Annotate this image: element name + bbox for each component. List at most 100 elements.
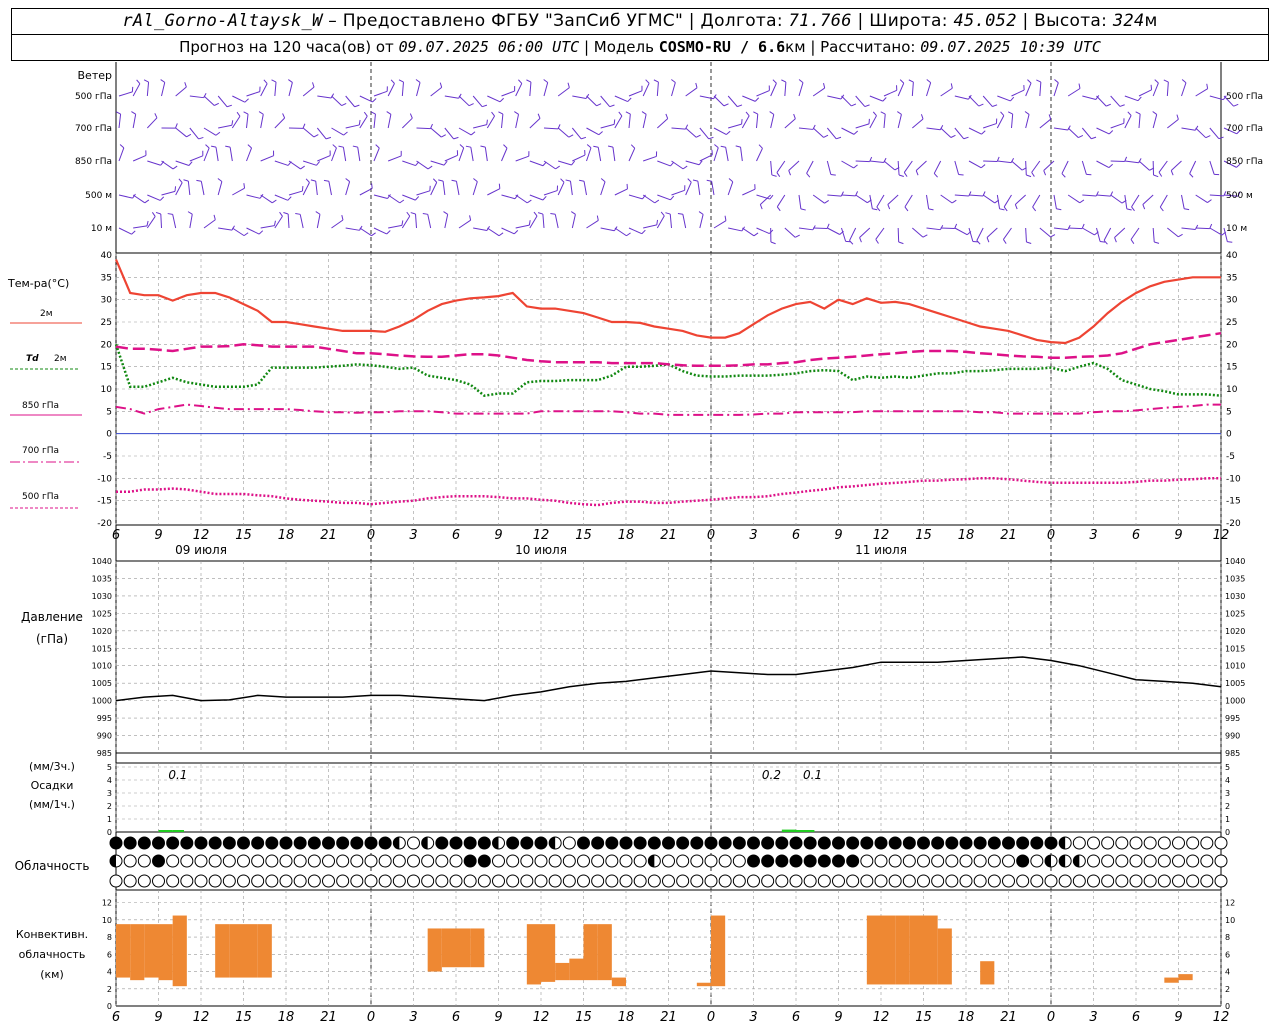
wind-barb-staff	[1096, 160, 1110, 169]
wind-barb-flag	[609, 104, 615, 108]
cloud-symbol	[520, 854, 534, 868]
wind-barb-flag	[728, 178, 734, 183]
wind-barb-flag	[720, 145, 726, 148]
cloud-fill	[690, 837, 703, 849]
cloud-symbol	[619, 854, 633, 868]
cloud-fill	[464, 837, 477, 849]
wind-barb-staff	[1011, 160, 1023, 171]
cloud-symbol	[1087, 836, 1100, 850]
cloud-symbol	[1101, 836, 1115, 850]
cloud-fill	[790, 837, 802, 849]
wind-barb-staff	[1096, 227, 1101, 242]
wind-barb-staff	[569, 181, 573, 196]
convective-bar	[158, 924, 173, 981]
pres-tick-right: 1030	[1225, 592, 1245, 601]
wind-barb-flag	[533, 211, 538, 217]
cloud-symbol	[690, 854, 704, 868]
cloud-symbol	[449, 854, 463, 868]
cloud-symbol	[208, 854, 222, 868]
cloud-fill	[846, 837, 859, 849]
conv-unit: (км)	[40, 968, 64, 981]
wind-barb-staff	[685, 87, 698, 97]
wind-barb-staff	[274, 117, 285, 129]
cloud-symbol	[761, 874, 775, 888]
wind-barb-flag	[1007, 111, 1013, 115]
precip-tick-left: 4	[107, 776, 112, 785]
wind-barb-flag	[160, 79, 166, 83]
cloud-fill	[960, 837, 972, 849]
wind-barb-staff	[189, 95, 204, 99]
precip-tick-right: 1	[1225, 815, 1230, 824]
cloud-symbol	[1101, 874, 1115, 888]
pres-tick-left: 1040	[92, 557, 112, 566]
cloud-symbol	[279, 874, 293, 888]
wind-barb-flag	[581, 136, 587, 140]
cloud-symbol	[1115, 836, 1129, 850]
wind-barb-staff	[1114, 227, 1126, 238]
wind-barb-flag	[302, 123, 306, 129]
wind-barb-staff	[200, 181, 205, 196]
wind-barb-flag	[386, 230, 391, 235]
wind-barb-flag	[198, 136, 204, 140]
wind-barb-flag	[1126, 208, 1132, 211]
wind-barb-staff	[827, 227, 840, 235]
legend-700-label: 700 гПа	[22, 446, 59, 456]
pres-tick-right: 1005	[1225, 679, 1245, 688]
cloud-symbol	[1002, 854, 1015, 868]
wind-barb-staff	[954, 127, 965, 140]
wind-barb-staff	[954, 160, 960, 175]
wind-barb-flag	[499, 97, 505, 103]
wind-barb-flag	[600, 178, 606, 183]
wind-barb-flag	[665, 113, 669, 119]
wind-barb-flag	[630, 144, 636, 149]
cloud-symbol	[322, 854, 335, 868]
wind-barb-flag	[570, 211, 576, 215]
hour-label-temp: 18	[958, 528, 975, 543]
wind-barb-staff	[727, 181, 734, 196]
wind-barb-staff	[586, 147, 592, 162]
wind-barb-flag	[159, 196, 165, 201]
wind-barb-flag	[1078, 135, 1084, 139]
hour-label-bottom: 21	[1000, 1010, 1017, 1024]
wind-barb-staff	[1189, 160, 1197, 174]
cloud-symbol	[477, 874, 491, 888]
pres-tick-right: 985	[1225, 749, 1240, 758]
cloud-symbol	[676, 874, 690, 888]
wind-barb-flag	[288, 79, 293, 83]
wind-barb-staff	[1159, 194, 1168, 208]
pres-tick-left: 1000	[92, 697, 112, 706]
wind-barb-staff	[728, 227, 742, 232]
cloud-symbol	[109, 874, 123, 888]
convective-bar	[611, 977, 626, 987]
wind-barb-staff	[855, 95, 866, 107]
wind-barb-staff	[416, 190, 431, 196]
wind-barb-staff	[968, 227, 974, 242]
wind-barb-staff	[529, 160, 544, 167]
wind-barb-flag	[882, 97, 887, 102]
wind-barb-staff	[542, 214, 545, 229]
temp-tick-right: -5	[1226, 452, 1235, 462]
wind-barb-staff	[147, 194, 161, 201]
temp-tick-left: -15	[97, 497, 112, 507]
wind-barb-staff	[427, 214, 432, 229]
cloud-symbol	[562, 836, 576, 850]
cloud-half	[549, 837, 556, 849]
cloud-symbol	[591, 854, 605, 868]
wind-barb-flag	[312, 82, 315, 88]
hour-label-temp: 0	[1047, 528, 1055, 543]
cloud-symbol	[293, 874, 307, 888]
cloud-symbol	[194, 854, 208, 868]
cloud-fill	[648, 837, 661, 849]
wind-barb-staff	[557, 87, 570, 97]
wind-barb-staff	[458, 95, 470, 107]
cloud-fill	[1030, 837, 1043, 849]
wind-barb-flag	[263, 79, 268, 84]
wind-barb-staff	[246, 147, 253, 162]
conv-title-2: облачность	[19, 948, 86, 961]
cloud-fill	[520, 837, 533, 849]
wind-barb-flag	[119, 144, 125, 149]
wind-barb-staff	[302, 182, 310, 196]
hour-label-temp: 18	[618, 528, 635, 543]
wind-barb-flag	[491, 111, 495, 117]
wind-barb-staff	[529, 215, 538, 229]
